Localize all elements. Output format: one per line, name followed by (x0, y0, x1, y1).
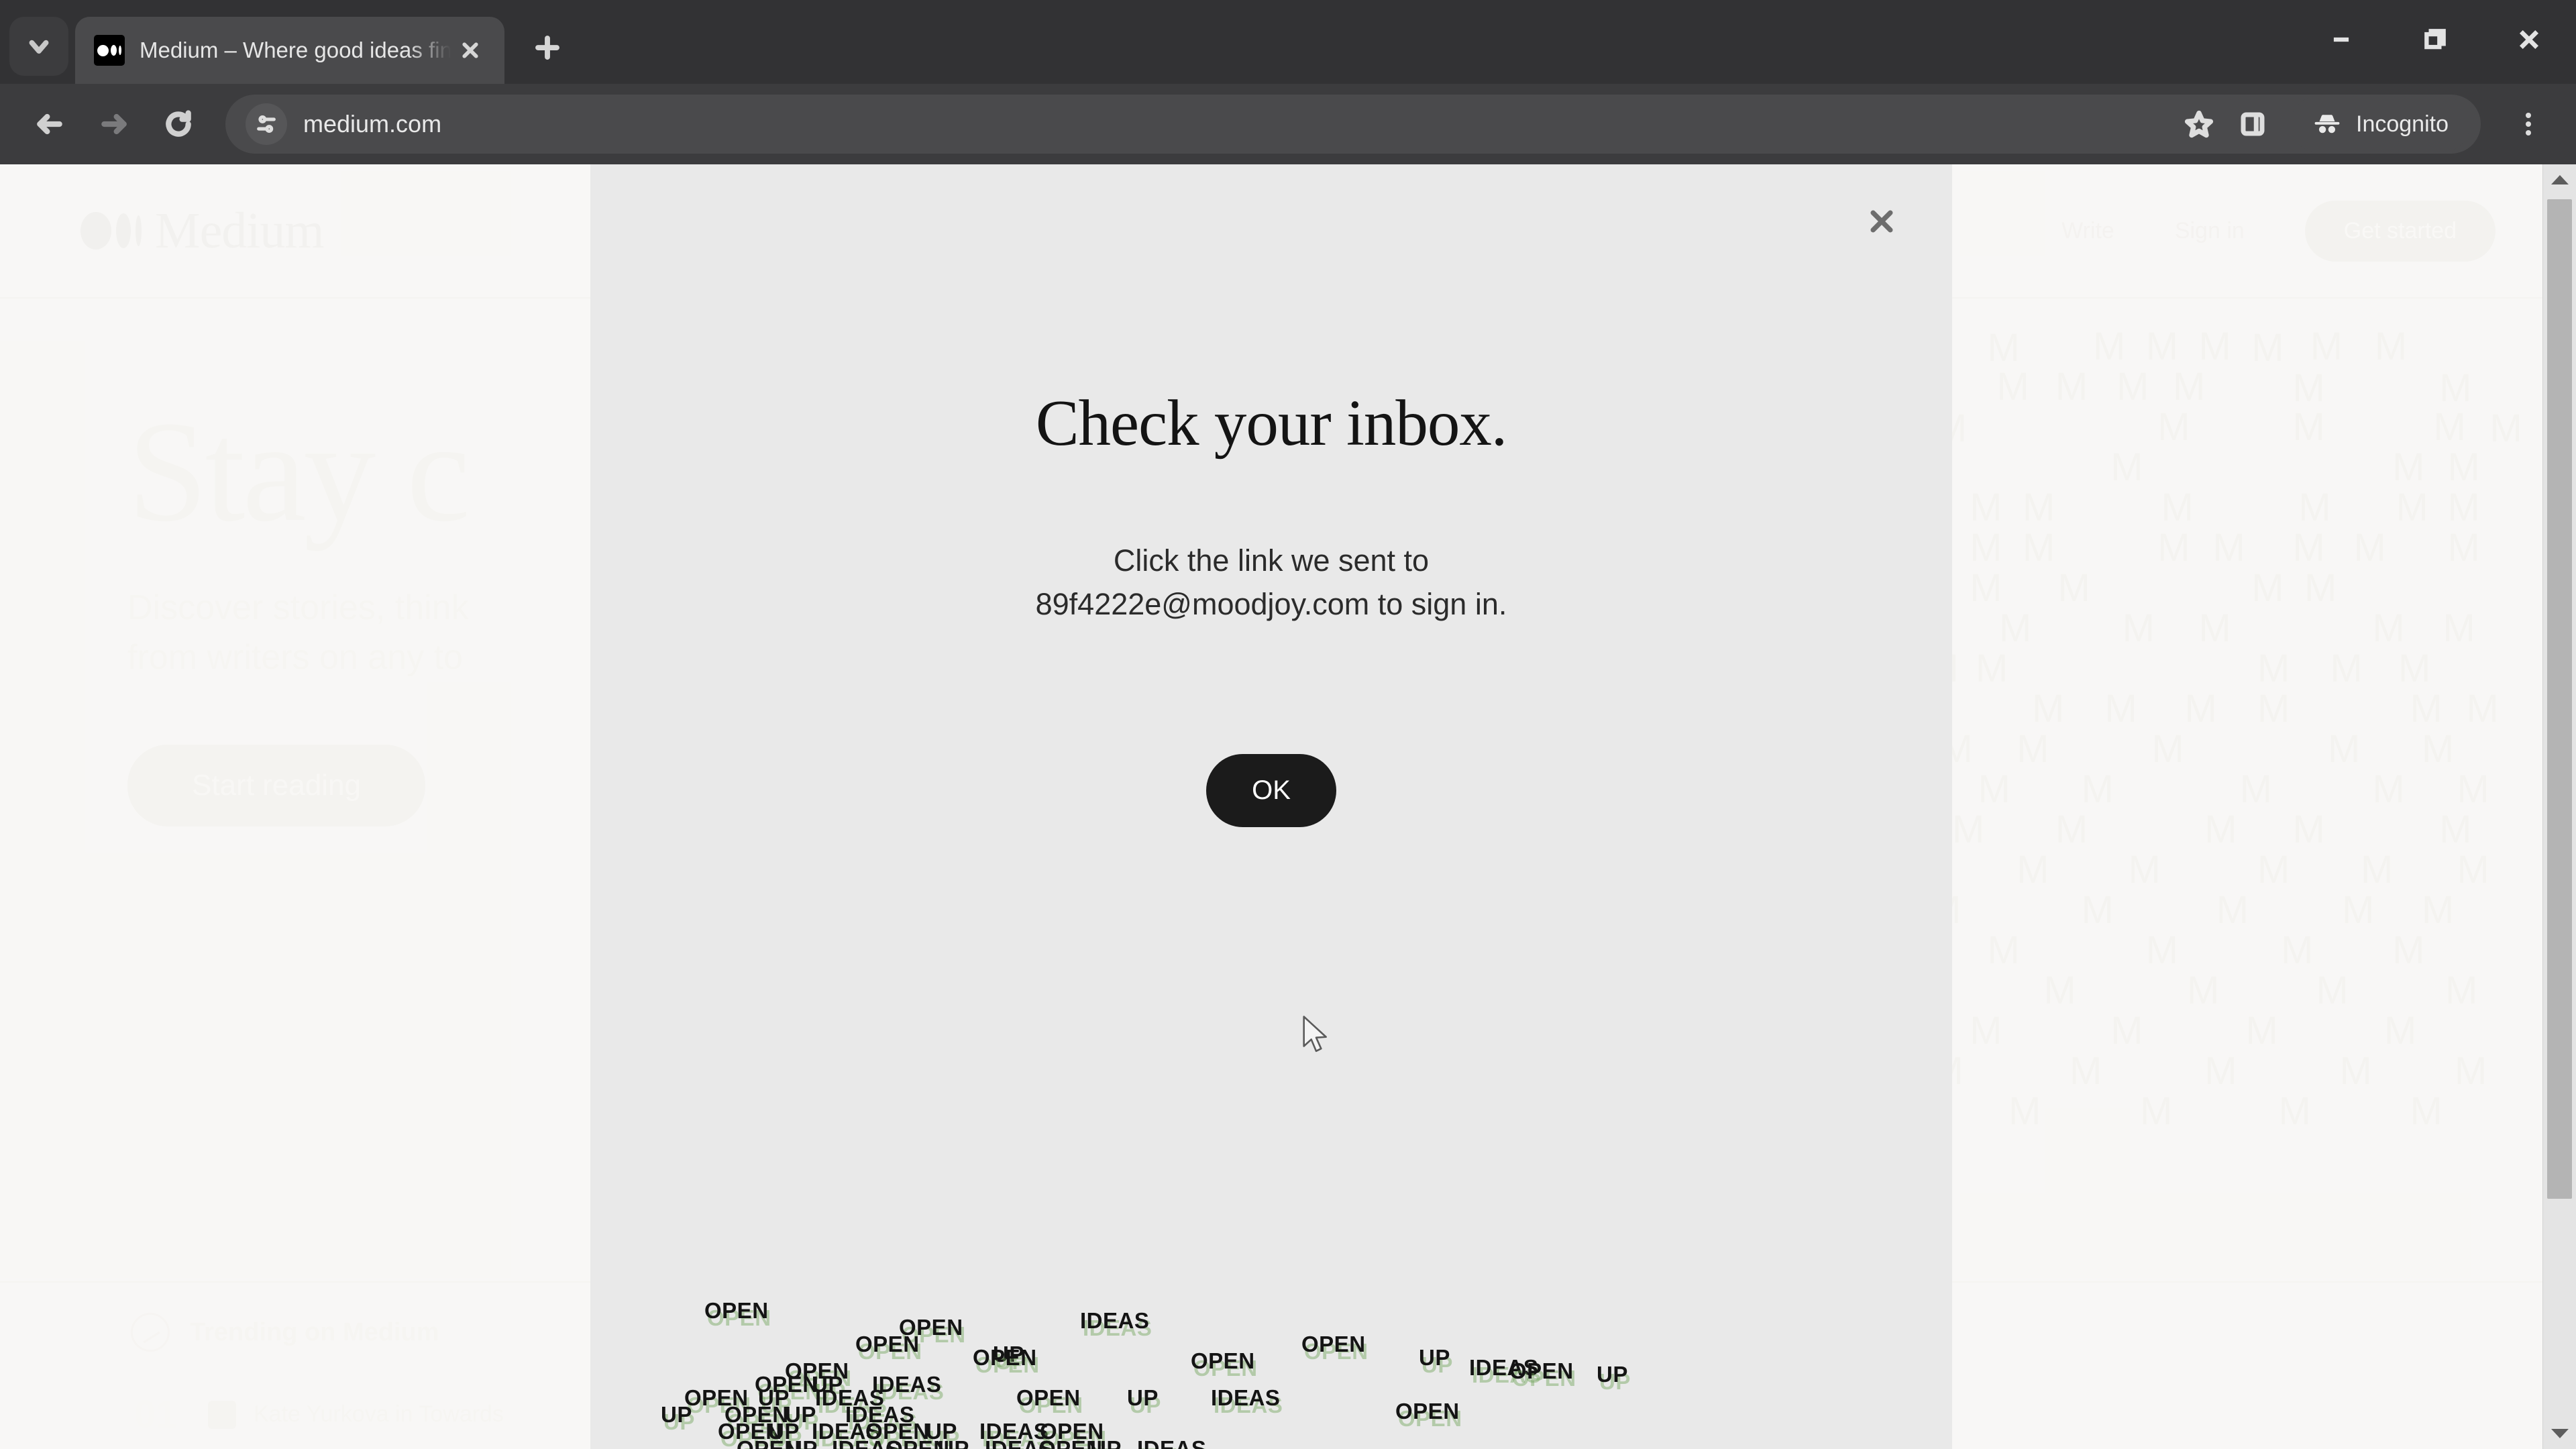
tab-search-button[interactable] (9, 17, 68, 76)
close-icon (462, 42, 478, 58)
cloud-word: OPEN (855, 1332, 920, 1356)
word-cloud: OPEN OPEN IDEAS UP OPEN OPEN UP OPEN IDEAS OPEN OP… (590, 1278, 1952, 1449)
kebab-dot (2526, 113, 2531, 118)
arrow-left-icon (37, 113, 62, 135)
window-maximize-button[interactable] (2388, 0, 2482, 79)
address-bar[interactable]: medium.com Incognito (225, 95, 2481, 154)
modal-message-line1: Click the link we sent to (1113, 543, 1430, 578)
reload-icon (166, 110, 191, 137)
cloud-word: UP (1127, 1385, 1159, 1410)
chevron-down-icon (29, 40, 49, 54)
scroll-down-button[interactable] (2543, 1418, 2576, 1449)
modal-title: Check your inbox. (1035, 387, 1507, 459)
cloud-word: UP (938, 1436, 969, 1449)
back-button[interactable] (17, 92, 82, 156)
plus-icon (535, 36, 559, 60)
cloud-word: OPEN (1191, 1348, 1255, 1373)
modal-message: Click the link we sent to 89f4222e@moodj… (590, 539, 1952, 627)
incognito-icon (2314, 115, 2340, 133)
new-tab-button[interactable] (517, 17, 578, 78)
close-icon (2519, 30, 2539, 50)
cloud-word: OPEN (1509, 1358, 1574, 1383)
window-controls (2294, 0, 2576, 79)
cloud-word: OPEN (1016, 1385, 1081, 1410)
window-minimize-button[interactable] (2294, 0, 2388, 79)
mouse-cursor (1301, 1015, 1331, 1055)
incognito-profile-button[interactable]: Incognito (2290, 96, 2470, 152)
window-close-button[interactable] (2482, 0, 2576, 79)
browser-window: Medium – Where good ideas find you. (0, 0, 2576, 1449)
arrow-right-icon (101, 113, 127, 135)
medium-favicon-icon (94, 35, 125, 66)
check-inbox-modal: Check your inbox. Click the link we sent… (590, 164, 1952, 1449)
scroll-up-button[interactable] (2543, 164, 2576, 195)
chrome-menu-button[interactable] (2498, 94, 2559, 154)
forward-button[interactable] (82, 92, 146, 156)
minimize-icon (2333, 37, 2349, 42)
cloud-word: UP (1419, 1345, 1450, 1370)
star-icon (2184, 110, 2214, 138)
tune-icon (257, 115, 276, 133)
page-viewport: Medium Write Sign in Get started Stay c … (0, 164, 2576, 1449)
cloud-word: UP (661, 1402, 692, 1427)
cloud-word: OPEN (1395, 1399, 1460, 1424)
cloud-word: UP (1090, 1436, 1122, 1449)
close-icon (1870, 210, 1893, 233)
browser-toolbar: medium.com Incognito (0, 84, 2576, 164)
scrollbar-thumb[interactable] (2547, 199, 2572, 1199)
cloud-word: IDEAS (1080, 1308, 1150, 1333)
cloud-word: OPEN (704, 1298, 769, 1323)
site-info-button[interactable] (246, 103, 287, 145)
cloud-word: OPEN (1301, 1332, 1366, 1356)
cloud-word: IDEAS (1211, 1385, 1281, 1410)
bookmark-button[interactable] (2172, 97, 2226, 151)
cloud-word: OPEN (973, 1345, 1037, 1370)
cloud-word: UP (1597, 1362, 1628, 1387)
kebab-dot (2526, 121, 2531, 127)
cloud-word: IDEAS (1137, 1436, 1207, 1449)
incognito-label: Incognito (2356, 111, 2449, 137)
browser-tab[interactable]: Medium – Where good ideas find you. (75, 17, 504, 84)
url-text[interactable]: medium.com (303, 110, 2172, 138)
reload-button[interactable] (146, 92, 211, 156)
page-scrollbar[interactable] (2542, 164, 2576, 1449)
modal-message-line2: 89f4222e@moodjoy.com to sign in. (1035, 586, 1507, 621)
kebab-dot (2526, 130, 2531, 136)
ok-button[interactable]: OK (1206, 753, 1336, 827)
modal-body: Check your inbox. Click the link we sent… (590, 386, 1952, 827)
tab-close-button[interactable] (451, 31, 490, 70)
side-panel-icon (2241, 112, 2265, 136)
cloud-word: UP (786, 1436, 818, 1449)
tab-strip: Medium – Where good ideas find you. (0, 0, 2576, 84)
modal-close-button[interactable] (1853, 193, 1911, 250)
side-panel-button[interactable] (2226, 97, 2279, 151)
tab-title: Medium – Where good ideas find you. (140, 38, 451, 62)
restore-icon (2424, 29, 2446, 50)
